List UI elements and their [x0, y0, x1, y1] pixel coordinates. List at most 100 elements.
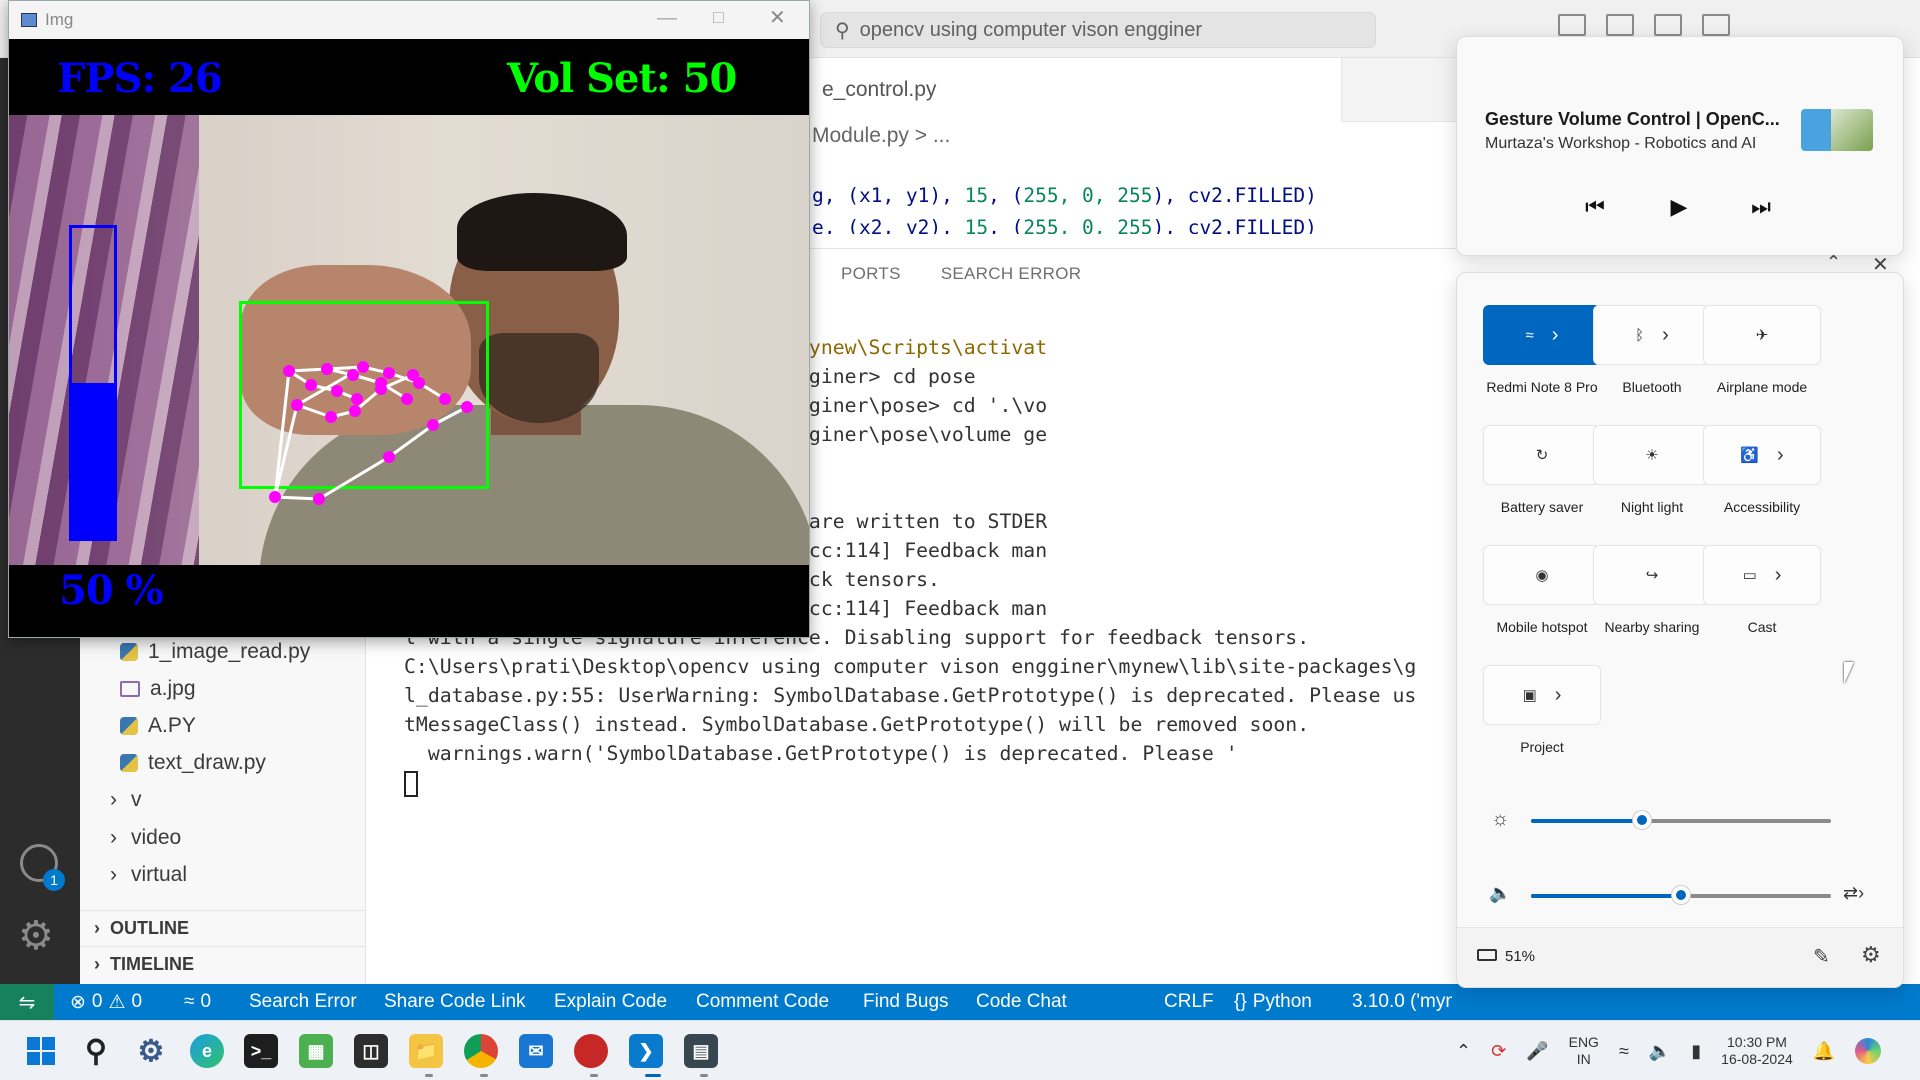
capcut-app-icon[interactable]: ◫: [354, 1034, 388, 1068]
settings-gear-icon[interactable]: ⚙: [1861, 942, 1881, 968]
editor-tab[interactable]: e_control.py: [802, 58, 1342, 122]
settings-gear-icon[interactable]: ⚙: [18, 916, 54, 956]
hand-landmark-point: [349, 405, 361, 417]
toggle-panel-icon[interactable]: [1606, 14, 1634, 36]
mail-app-icon[interactable]: ✉: [519, 1034, 553, 1068]
command-center-search[interactable]: ⚲ opencv using computer vison engginer: [820, 12, 1376, 48]
audio-output-select-icon[interactable]: ⇄›: [1843, 883, 1864, 904]
quick-setting-airplane-mode[interactable]: ✈: [1703, 305, 1821, 365]
brightness-slider[interactable]: [1531, 807, 1831, 835]
quick-setting-night-light[interactable]: ☀: [1593, 425, 1711, 485]
explorer-file[interactable]: a.jpg: [120, 677, 196, 701]
sync-icon[interactable]: ⟳: [1491, 1041, 1506, 1062]
breadcrumb[interactable]: Module.py > ...: [812, 124, 950, 148]
wifi-icon[interactable]: ≈: [1619, 1041, 1629, 1062]
problems-indicator[interactable]: ⊗ 0 ⚠ 0: [70, 984, 142, 1020]
quick-setting-bluetooth[interactable]: ᛒ ›: [1593, 305, 1711, 365]
quick-setting-mobile-hotspot[interactable]: ◉: [1483, 545, 1601, 605]
ports-indicator[interactable]: ≈0: [184, 984, 211, 1020]
hand-landmark-point: [401, 393, 413, 405]
start-button[interactable]: [24, 1034, 58, 1068]
find-bugs-button[interactable]: Find Bugs: [863, 984, 949, 1020]
image-app-icon[interactable]: ▦: [299, 1034, 333, 1068]
settings-app-icon[interactable]: ⚙: [134, 1034, 168, 1068]
accounts-icon[interactable]: 1: [20, 844, 65, 891]
chevron-right-icon[interactable]: ›: [1775, 564, 1782, 587]
hand-landmark-point: [269, 491, 281, 503]
timeline-section[interactable]: › TIMELINE: [80, 946, 366, 982]
explain-code-button[interactable]: Explain Code: [554, 984, 667, 1020]
chevron-right-icon[interactable]: ›: [1552, 324, 1559, 347]
hand-landmark-point: [291, 399, 303, 411]
quick-setting-accessibility[interactable]: ♿ ›: [1703, 425, 1821, 485]
code-line[interactable]: g, (x1, y1), 15, (255, 0, 255), cv2.FILL…: [812, 184, 1317, 207]
speaker-icon[interactable]: 🔈: [1649, 1041, 1671, 1062]
code-line[interactable]: e, (x2, y2), 15, (255, 0, 255), cv2.FILL…: [812, 216, 1317, 234]
quick-setting-cast[interactable]: ▭ ›: [1703, 545, 1821, 605]
eol-indicator[interactable]: CRLF: [1164, 984, 1214, 1020]
notification-bell-icon[interactable]: 🔔: [1813, 1041, 1835, 1062]
toggle-secondary-sidebar-icon[interactable]: [1654, 14, 1682, 36]
share-code-link-button[interactable]: Share Code Link: [384, 984, 526, 1020]
outline-section[interactable]: › OUTLINE: [80, 910, 366, 946]
quick-setting-nearby-sharing[interactable]: ↪: [1593, 545, 1711, 605]
tab-ports[interactable]: PORTS: [841, 264, 901, 284]
battery-percentage[interactable]: 51%: [1505, 948, 1535, 965]
clock[interactable]: 10:30 PM 16-08-2024: [1721, 1034, 1793, 1068]
search-error-button[interactable]: Search Error: [249, 984, 357, 1020]
edge-browser-icon[interactable]: e: [190, 1034, 224, 1068]
python-app-icon[interactable]: ▤: [684, 1034, 718, 1068]
chrome-profile-icon[interactable]: [574, 1034, 608, 1068]
microphone-icon[interactable]: 🎤: [1526, 1041, 1548, 1062]
toggle-sidebar-icon[interactable]: [1558, 14, 1586, 36]
explorer-folder[interactable]: › video: [110, 826, 181, 850]
error-icon: ⊗: [70, 991, 86, 1013]
explorer-file[interactable]: 1_image_read.py: [120, 640, 310, 664]
tab-search-error[interactable]: SEARCH ERROR: [941, 264, 1082, 284]
explorer-folder[interactable]: › v: [110, 788, 142, 812]
previous-track-button[interactable]: ⏮: [1573, 185, 1617, 229]
media-title[interactable]: Gesture Volume Control | OpenC...: [1485, 109, 1780, 130]
speaker-icon: 🔈: [1489, 883, 1512, 903]
file-explorer-icon[interactable]: 📁: [409, 1034, 443, 1068]
quick-setting-redmi-note-8-pro[interactable]: ≈ ›: [1483, 305, 1601, 365]
opencv-img-window[interactable]: Img — □ ✕ FPS: 26 Vol Set: 50 50 %: [8, 0, 810, 638]
search-icon[interactable]: ⚲: [79, 1034, 113, 1068]
copilot-icon[interactable]: [1855, 1038, 1882, 1064]
app-icon: [21, 13, 37, 27]
running-indicator: [590, 1074, 598, 1077]
quick-setting-project[interactable]: ▣ ›: [1483, 665, 1601, 725]
collapse-flyout-button[interactable]: ⌃: [1826, 252, 1841, 273]
battery-icon[interactable]: ▮: [1691, 1041, 1701, 1062]
remote-indicator[interactable]: ⇋: [0, 984, 54, 1020]
cast-icon: ▭: [1742, 567, 1757, 584]
chevron-right-icon[interactable]: ›: [1555, 684, 1562, 707]
close-button[interactable]: ✕: [769, 5, 786, 30]
python-interpreter[interactable]: 3.10.0 ('mynew': venv): [1352, 984, 1452, 1020]
comment-code-button[interactable]: Comment Code: [696, 984, 829, 1020]
quick-setting-label: Accessibility: [1723, 499, 1801, 515]
chevron-right-icon[interactable]: ›: [1662, 324, 1669, 347]
quick-setting-battery-saver[interactable]: ↻: [1483, 425, 1601, 485]
chrome-browser-icon[interactable]: [464, 1034, 498, 1068]
customize-layout-icon[interactable]: [1702, 14, 1730, 36]
language-indicator[interactable]: ENG IN: [1569, 1034, 1599, 1068]
thumbnail-left: [1801, 109, 1831, 151]
explorer-file[interactable]: A.PY: [120, 714, 196, 738]
terminal-app-icon[interactable]: >_: [244, 1034, 278, 1068]
chevron-up-icon[interactable]: ⌃: [1456, 1041, 1471, 1062]
explorer-file[interactable]: text_draw.py: [120, 751, 266, 775]
hand-landmark-point: [331, 385, 343, 397]
explorer-folder[interactable]: › virtual: [110, 863, 187, 887]
img-window-titlebar[interactable]: Img — □ ✕: [9, 1, 809, 39]
play-button[interactable]: ▶: [1657, 185, 1701, 229]
vscode-app-icon[interactable]: ❯: [629, 1034, 663, 1068]
minimize-button[interactable]: —: [657, 7, 677, 30]
chevron-right-icon[interactable]: ›: [1777, 444, 1784, 467]
next-track-button[interactable]: ⏭: [1739, 185, 1783, 229]
maximize-button[interactable]: □: [713, 7, 724, 28]
code-chat-button[interactable]: Code Chat: [976, 984, 1067, 1020]
volume-slider[interactable]: [1531, 882, 1831, 910]
edit-pencil-icon[interactable]: ✎: [1813, 944, 1830, 969]
language-mode[interactable]: {} Python: [1234, 984, 1312, 1020]
